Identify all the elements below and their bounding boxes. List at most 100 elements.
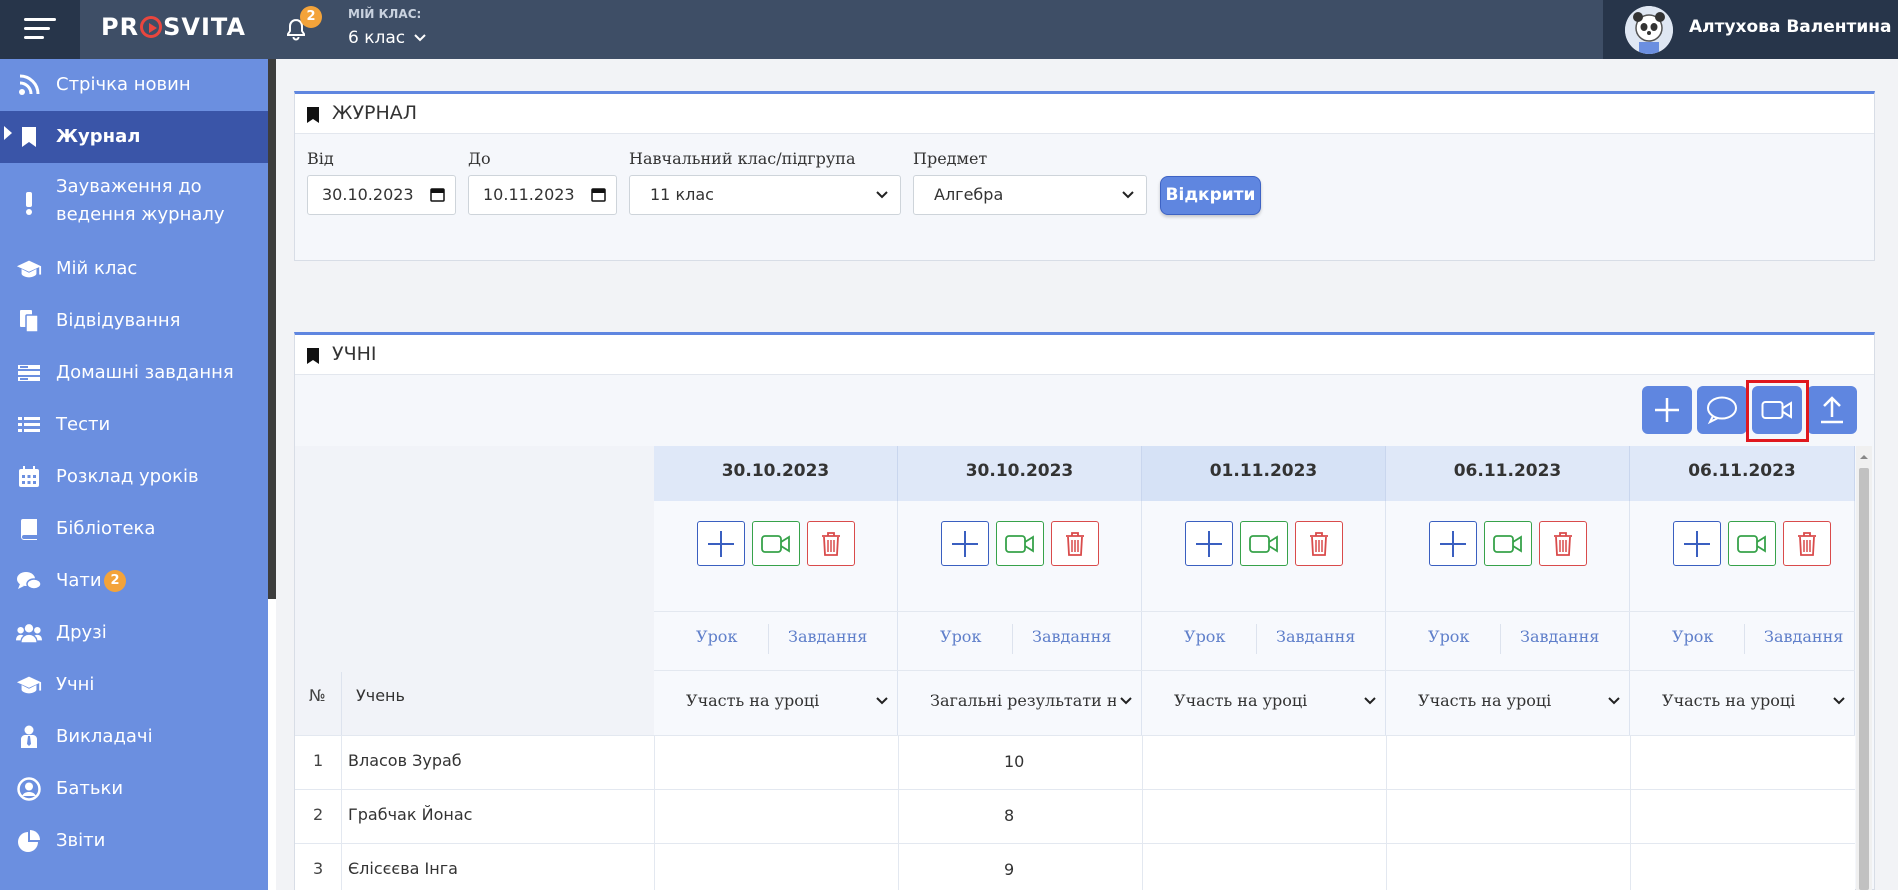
date-column-header: 06.11.2023: [1386, 446, 1630, 501]
student-name[interactable]: Єлісєєва Інга: [348, 859, 458, 878]
plus-icon: [1196, 530, 1222, 557]
column-divider: [898, 735, 899, 789]
upload-button[interactable]: [1807, 386, 1857, 434]
calendar-icon[interactable]: [430, 187, 445, 202]
sidebar-item-journal[interactable]: Журнал: [0, 111, 268, 163]
sidebar-scrollbar[interactable]: [268, 59, 276, 599]
sidebar-item-journal-remarks[interactable]: Зауваження до ведення журналу: [0, 163, 268, 243]
column-divider: [1386, 735, 1387, 789]
column-type-select[interactable]: Участь на уроці: [686, 691, 872, 710]
column-type-select[interactable]: Участь на уроці: [1418, 691, 1604, 710]
add-grade-button[interactable]: [1185, 521, 1233, 566]
add-grade-button[interactable]: [941, 521, 989, 566]
video-lesson-button[interactable]: [1240, 521, 1288, 566]
grade-cell[interactable]: 8: [1004, 806, 1014, 825]
my-class-select[interactable]: 6 клас: [348, 28, 426, 48]
sidebar-item-parents[interactable]: Батьки: [0, 763, 268, 815]
chevron-down-icon[interactable]: [1833, 696, 1845, 706]
lesson-tab[interactable]: Урок: [1672, 627, 1713, 646]
delete-lesson-button[interactable]: [1539, 521, 1587, 566]
open-button[interactable]: Відкрити: [1160, 176, 1261, 215]
sidebar-item-news[interactable]: Стрічка новин: [0, 59, 268, 111]
column-type-select[interactable]: Участь на уроці: [1174, 691, 1360, 710]
video-lesson-button[interactable]: [996, 521, 1044, 566]
add-grade-button[interactable]: [1429, 521, 1477, 566]
my-class-value: 6 клас: [348, 28, 406, 48]
logo[interactable]: PR SVITA: [101, 13, 246, 41]
add-lesson-button[interactable]: [1642, 386, 1692, 434]
user-menu[interactable]: Алтухова Валентина: [1603, 0, 1898, 59]
video-lesson-button[interactable]: [752, 521, 800, 566]
sidebar-item-chats[interactable]: Чати 2: [0, 555, 268, 607]
from-date-value: 30.10.2023: [322, 185, 414, 204]
sidebar-item-my-class[interactable]: Мій клас: [0, 243, 268, 295]
column-type-select[interactable]: Загальні результати н: [930, 691, 1116, 710]
student-name[interactable]: Грабчак Йонас: [348, 805, 472, 824]
sidebar-item-library[interactable]: Бібліотека: [0, 503, 268, 555]
trash-icon: [1310, 531, 1328, 556]
lesson-tab[interactable]: Урок: [940, 627, 981, 646]
sidebar-item-tests[interactable]: Тести: [0, 399, 268, 451]
subject-select[interactable]: Алгебра: [913, 175, 1147, 215]
column-type-select[interactable]: Участь на уроці: [1662, 691, 1829, 710]
graduation-cap-icon: [16, 256, 42, 282]
highlight-box: [1746, 380, 1809, 442]
comment-button[interactable]: [1697, 386, 1747, 434]
table-row[interactable]: 2 Грабчак Йонас 8: [295, 789, 1855, 843]
lesson-tab[interactable]: Урок: [1184, 627, 1225, 646]
sidebar-item-students[interactable]: Учні: [0, 659, 268, 711]
grade-cell[interactable]: 10: [1004, 752, 1024, 771]
task-tab[interactable]: Завдання: [1276, 627, 1355, 646]
scrollbar-thumb[interactable]: [1859, 468, 1869, 890]
scroll-up-icon[interactable]: [1856, 450, 1872, 464]
delete-lesson-button[interactable]: [807, 521, 855, 566]
date-column-header: 01.11.2023: [1142, 446, 1386, 501]
delete-lesson-button[interactable]: [1783, 521, 1831, 566]
sidebar-item-schedule[interactable]: Розклад уроків: [0, 451, 268, 503]
plus-icon: [1684, 530, 1710, 557]
chevron-down-icon: [413, 34, 426, 42]
to-date-input[interactable]: 10.11.2023: [468, 175, 617, 215]
my-class-label: МІЙ КЛАС:: [348, 7, 422, 21]
task-tab[interactable]: Завдання: [1520, 627, 1599, 646]
task-tab[interactable]: Завдання: [1764, 627, 1843, 646]
row-divider: [898, 611, 1142, 612]
sidebar-item-homework[interactable]: Домашні завдання: [0, 347, 268, 399]
sidebar-item-reports[interactable]: Звіти: [0, 815, 268, 867]
add-grade-button[interactable]: [1673, 521, 1721, 566]
table-scrollbar[interactable]: [1856, 446, 1872, 890]
task-tab[interactable]: Завдання: [1032, 627, 1111, 646]
grade-cell[interactable]: 9: [1004, 860, 1014, 879]
chevron-down-icon[interactable]: [1608, 696, 1620, 706]
sidebar-item-attendance[interactable]: Відвідування: [0, 295, 268, 347]
student-name[interactable]: Власов Зураб: [348, 751, 462, 770]
chevron-down-icon[interactable]: [876, 696, 888, 706]
logo-text-part2: SVITA: [163, 13, 246, 41]
calendar-icon: [16, 464, 42, 490]
video-lesson-button[interactable]: [1728, 521, 1776, 566]
table-left-header: [295, 446, 654, 735]
table-row[interactable]: 3 Єлісєєва Інга 9: [295, 843, 1855, 890]
video-lesson-button[interactable]: [1484, 521, 1532, 566]
sidebar-item-label: Зауваження до ведення журналу: [56, 173, 225, 229]
class-group-select[interactable]: 11 клас: [629, 175, 901, 215]
from-date-input[interactable]: 30.10.2023: [307, 175, 456, 215]
students-panel-header: УЧНІ: [295, 335, 1874, 375]
notifications-button[interactable]: 2: [284, 6, 322, 42]
menu-toggle-button[interactable]: [0, 0, 80, 59]
lesson-tab[interactable]: Урок: [1428, 627, 1469, 646]
calendar-icon[interactable]: [591, 187, 606, 202]
table-row[interactable]: 1 Власов Зураб 10: [295, 735, 1855, 789]
sidebar-item-friends[interactable]: Друзі: [0, 607, 268, 659]
lesson-tab[interactable]: Урок: [696, 627, 737, 646]
add-grade-button[interactable]: [697, 521, 745, 566]
journal-panel-title: ЖУРНАЛ: [332, 102, 418, 124]
tab-divider: [1500, 624, 1501, 654]
delete-lesson-button[interactable]: [1051, 521, 1099, 566]
chevron-down-icon[interactable]: [1364, 696, 1376, 706]
chevron-down-icon[interactable]: [1120, 696, 1132, 706]
column-divider: [1142, 735, 1143, 789]
sidebar-item-teachers[interactable]: Викладачі: [0, 711, 268, 763]
delete-lesson-button[interactable]: [1295, 521, 1343, 566]
task-tab[interactable]: Завдання: [788, 627, 867, 646]
